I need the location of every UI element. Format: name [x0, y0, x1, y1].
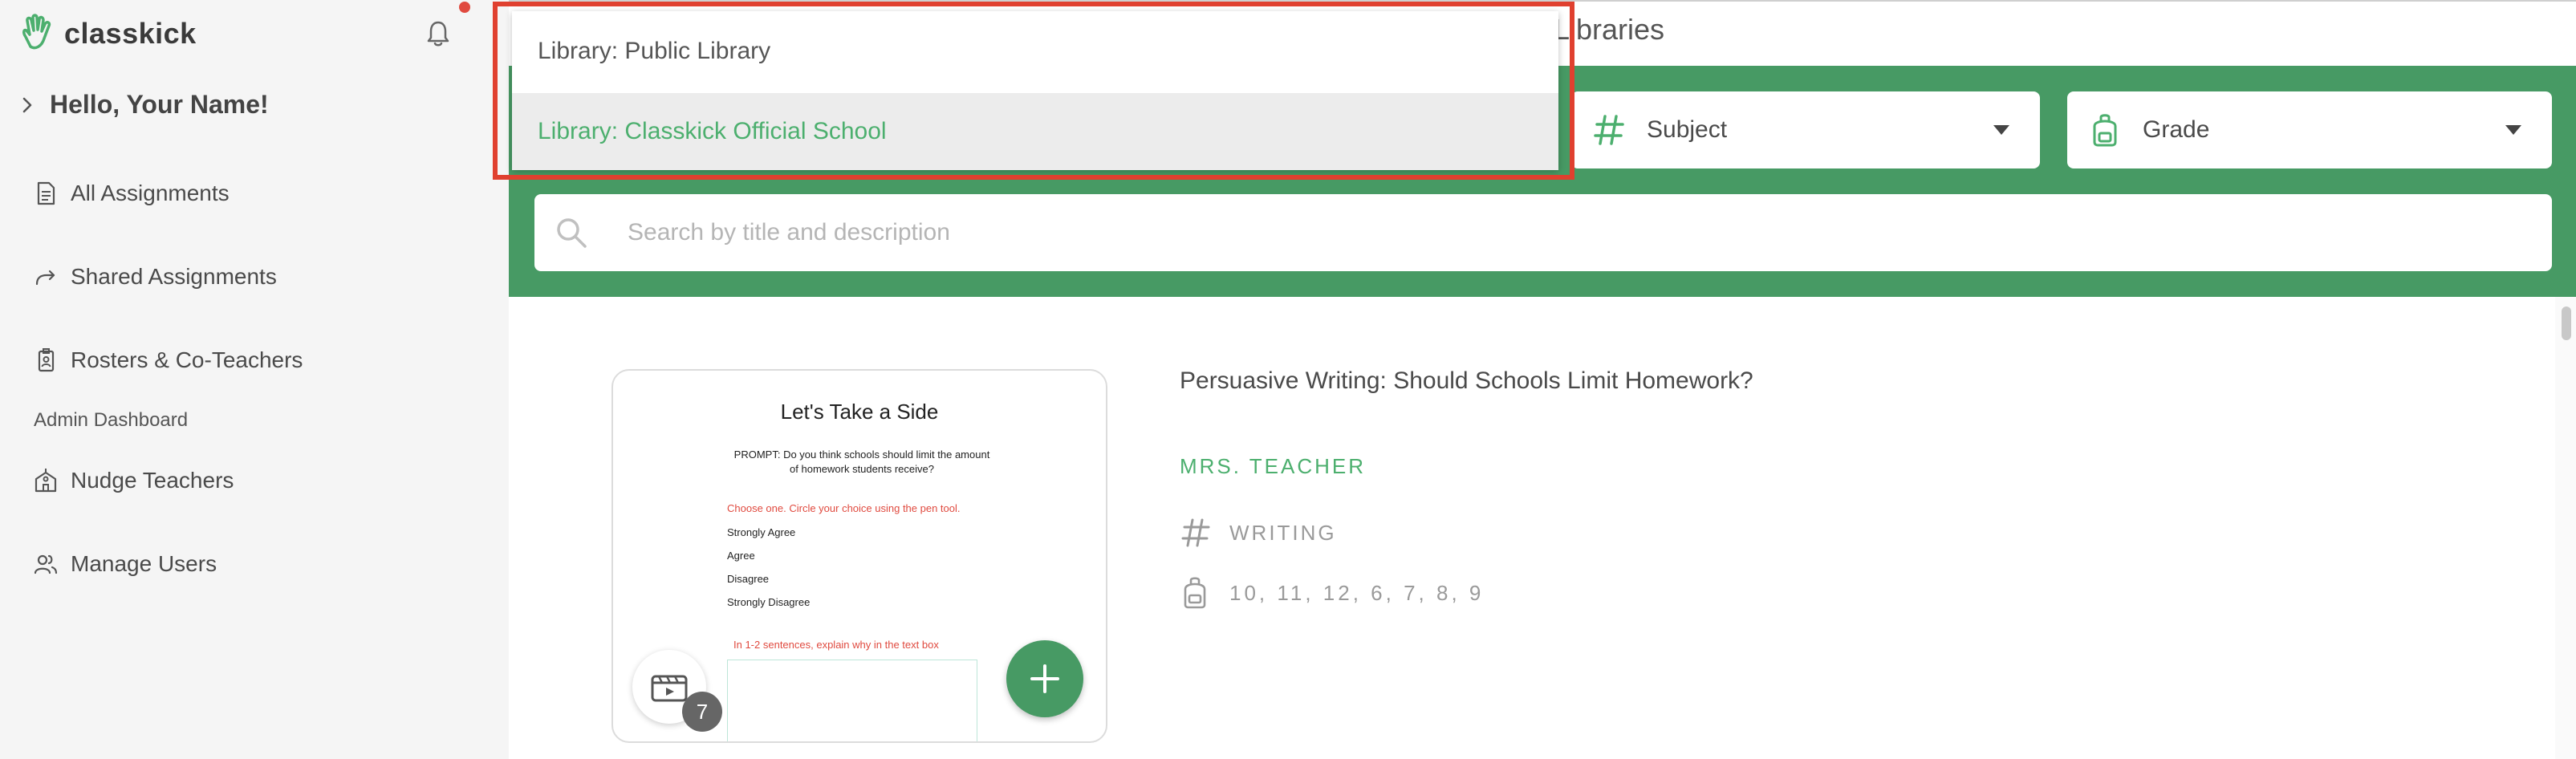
scrollbar-thumb[interactable]: [2562, 306, 2571, 340]
caret-down-icon: [1993, 125, 2009, 135]
search-bar: [534, 194, 2552, 271]
thumbnail-prompt: PROMPT: Do you think schools should limi…: [733, 448, 990, 475]
grade-select-label: Grade: [2143, 116, 2210, 143]
notification-dot: [459, 2, 470, 13]
sidebar: classkick Hello, Your Name! All Assignme…: [0, 0, 509, 759]
search-input[interactable]: [626, 218, 2475, 247]
sidebar-item-label: Nudge Teachers: [71, 468, 234, 493]
greeting-text: Hello, Your Name!: [50, 90, 269, 119]
assignment-subject-text: WRITING: [1229, 520, 1337, 545]
hashtag-icon: [1594, 115, 1624, 145]
logo-text: classkick: [64, 17, 197, 50]
sidebar-item-label: Rosters & Co-Teachers: [71, 347, 303, 372]
hashtag-icon: [1181, 518, 1210, 547]
chevron-right-icon: [22, 97, 32, 112]
users-icon: [34, 554, 58, 574]
bell-icon[interactable]: [422, 18, 454, 50]
sidebar-item-rosters[interactable]: Rosters & Co-Teachers: [32, 340, 303, 380]
sidebar-item-shared-assignments[interactable]: Shared Assignments: [32, 257, 277, 297]
sidebar-item-all-assignments[interactable]: All Assignments: [32, 173, 230, 213]
sidebar-item-nudge-teachers[interactable]: Nudge Teachers: [32, 461, 234, 501]
id-badge-icon: [38, 348, 55, 372]
assignment-author[interactable]: MRS. TEACHER: [1180, 454, 1366, 479]
sidebar-item-label: Manage Users: [71, 551, 217, 576]
highlight-annotation-box: [493, 2, 1574, 180]
school-icon: [35, 469, 57, 493]
video-player-icon: [651, 675, 688, 702]
sidebar-item-label: Shared Assignments: [71, 264, 277, 289]
sidebar-item-manage-users[interactable]: Manage Users: [32, 544, 217, 584]
subject-select[interactable]: Subject: [1571, 91, 2040, 168]
share-arrow-icon: [35, 270, 55, 286]
hand-logo-icon: [22, 14, 51, 50]
user-greeting[interactable]: Hello, Your Name!: [18, 90, 269, 120]
admin-dashboard-heading: Admin Dashboard: [34, 409, 189, 431]
video-count-badge: 7: [682, 692, 722, 732]
assignment-grades: 10, 11, 12, 6, 7, 8, 9: [1180, 576, 1484, 610]
logo[interactable]: classkick: [14, 11, 197, 56]
assignment-grades-text: 10, 11, 12, 6, 7, 8, 9: [1229, 580, 1485, 605]
search-icon: [557, 218, 587, 248]
backpack-icon: [1184, 577, 1206, 609]
thumbnail-choice: Disagree: [727, 573, 770, 585]
thumbnail-choice: Strongly Disagree: [727, 596, 811, 608]
document-icon: [37, 181, 55, 205]
thumbnail-choice: Strongly Agree: [727, 526, 796, 538]
thumbnail-instruction: Choose one. Circle your choice using the…: [727, 502, 961, 514]
thumbnail-choice: Agree: [727, 550, 755, 562]
thumbnail-textbox: [727, 660, 977, 741]
add-assignment-button[interactable]: [1006, 640, 1083, 717]
subject-select-label: Subject: [1647, 116, 1728, 143]
grade-select[interactable]: Grade: [2067, 91, 2552, 168]
thumbnail-explain: In 1-2 sentences, explain why in the tex…: [733, 639, 939, 651]
plus-icon: [1030, 664, 1059, 693]
backpack-icon: [2093, 114, 2117, 147]
caret-down-icon: [2505, 125, 2521, 135]
assignment-subject: WRITING: [1180, 517, 1337, 549]
scrollbar-track[interactable]: [2555, 297, 2576, 759]
assignment-title[interactable]: Persuasive Writing: Should Schools Limit…: [1180, 367, 1753, 395]
sidebar-item-label: All Assignments: [71, 181, 230, 205]
thumbnail-heading: Let's Take a Side: [780, 400, 939, 424]
